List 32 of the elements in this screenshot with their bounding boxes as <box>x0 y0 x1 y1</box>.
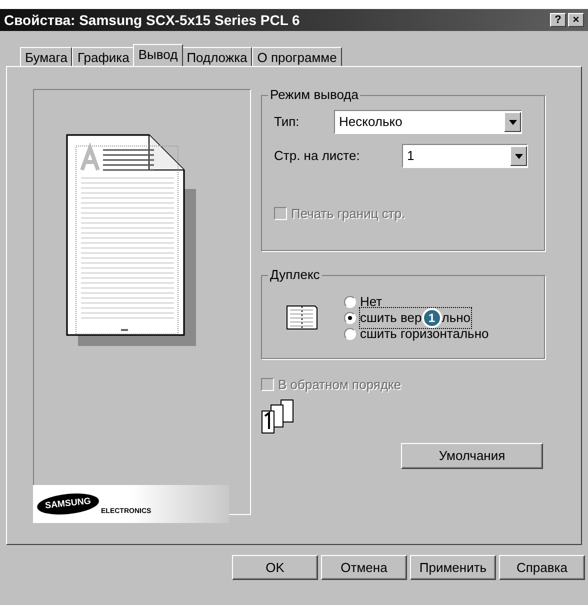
type-label: Тип: <box>274 113 300 132</box>
dialog-button[interactable]: OK <box>232 555 318 580</box>
tab[interactable]: Вывод <box>133 44 183 66</box>
tab[interactable]: О программе <box>252 47 342 66</box>
group-title: Дуплекс <box>268 267 322 283</box>
dropdown-field[interactable]: 1 <box>402 144 528 168</box>
brand-logo: SAMSUNG <box>36 491 100 517</box>
defaults-button[interactable]: Умолчания <box>401 442 543 468</box>
stacked-pages-icon <box>261 398 295 434</box>
bound-booklet-icon <box>286 304 318 330</box>
dialog-button[interactable]: Справка <box>499 555 585 580</box>
dialog-button[interactable]: Отмена <box>321 555 407 580</box>
group-title: Режим вывода <box>268 87 360 103</box>
pages-per-sheet-label: Стр. на листе: <box>274 147 361 166</box>
dialog-button[interactable]: Применить <box>410 555 496 580</box>
radio-button[interactable] <box>344 328 356 340</box>
tab[interactable]: Подложка <box>182 47 252 66</box>
radio-label: сшить вер <box>360 309 422 328</box>
radio-button[interactable] <box>344 296 356 308</box>
radio-label: льно <box>442 309 471 328</box>
radio-button[interactable] <box>344 312 356 324</box>
callout-badge: 1 <box>422 308 442 328</box>
checkbox-label: В обратном порядке <box>278 376 402 394</box>
help-button[interactable]: ? <box>550 13 566 27</box>
radio-label: Нет <box>360 293 382 312</box>
radio-label: сшить горизонтально <box>360 325 489 344</box>
close-button[interactable]: × <box>568 13 584 27</box>
dropdown-field[interactable]: Несколько <box>334 110 522 134</box>
tab[interactable]: Бумага <box>20 47 72 66</box>
window-title: Свойства: Samsung SCX-5x15 Series PCL 6 <box>4 10 301 30</box>
tab[interactable]: Графика <box>72 47 134 66</box>
checkbox-label: Печать границ стр. <box>291 205 406 223</box>
